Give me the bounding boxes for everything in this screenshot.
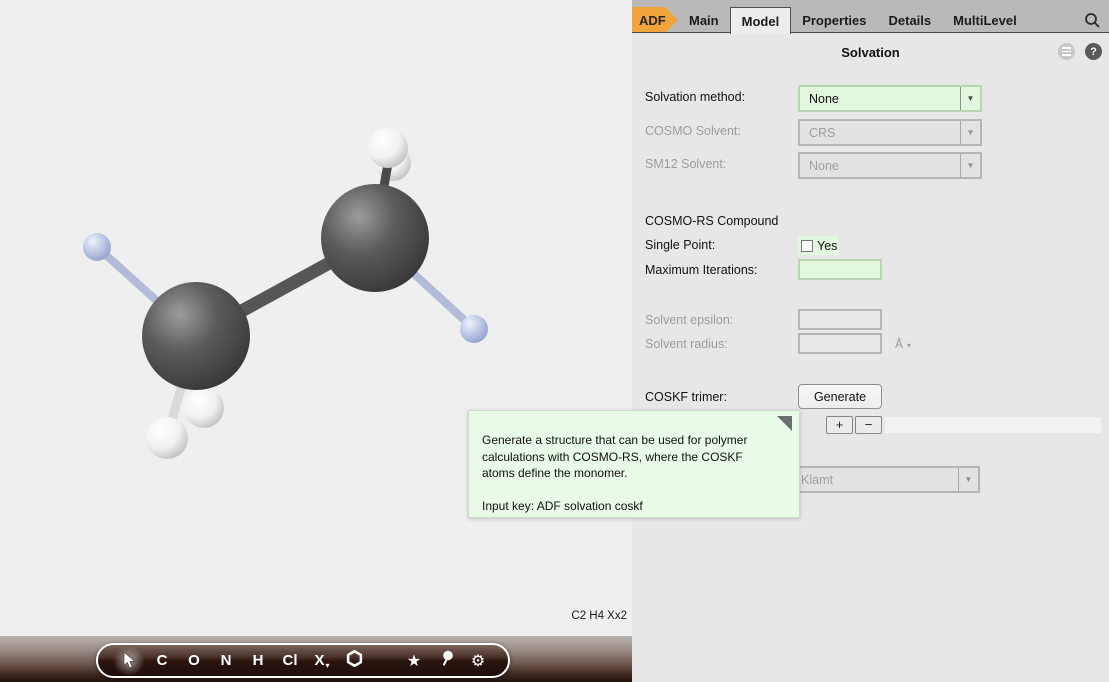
molecule-formula: C2 H4 Xx2 [571,610,627,622]
single-point-label: Single Point: [645,238,715,252]
maximum-iterations-label: Maximum Iterations: [645,263,758,277]
atom-c[interactable] [142,282,250,390]
tooltip-text-line: calculations with COSMO-RS, where the CO… [482,449,787,466]
tooltip-corner-icon [777,416,792,431]
gear-icon: ⚙ [471,653,485,670]
question-mark-icon: ? [1090,46,1097,58]
tab-adf[interactable]: ADF [632,7,678,33]
dropdown-arrow-icon: ▼ [960,121,980,144]
remove-button[interactable]: − [855,416,882,434]
dropdown-arrow-icon: ▼ [960,154,980,177]
element-x-dropdown-arrow-icon: ▾ [326,661,330,670]
settings-tool-button[interactable]: ⚙ [462,651,494,671]
solvent-radius-unit-dropdown: Å▾ [895,337,911,351]
cursor-arrow-icon [123,652,136,669]
solvation-method-label: Solvation method: [645,90,745,104]
solvent-radius-label: Solvent radius: [645,337,728,351]
sm12-solvent-value: None [800,159,960,173]
structures-tool-button[interactable]: ★ [398,651,430,671]
help-button[interactable]: ? [1085,43,1102,60]
element-x-label: X [314,652,324,669]
search-icon [1084,12,1101,29]
element-button-h[interactable]: H [242,652,274,669]
add-button[interactable]: + [826,416,853,434]
tooltip-text-line [482,482,787,499]
atom-c[interactable] [321,184,429,292]
solvent-epsilon-input [798,309,882,330]
atom-xx[interactable] [460,315,488,343]
coskf-tooltip: Generate a structure that can be used fo… [468,410,800,518]
molecule-canvas[interactable] [0,0,632,682]
search-button[interactable] [1084,12,1101,29]
solvent-radius-input [798,333,882,354]
tab-details[interactable]: Details [878,7,943,33]
hexagon-ring-icon [346,650,363,667]
element-button-c[interactable]: C [146,652,178,669]
element-button-o[interactable]: O [178,652,210,669]
cosmo-solvent-value: CRS [800,126,960,140]
tab-bar: ADF Main Model Properties Details MultiL… [632,0,1109,33]
tab-multilevel[interactable]: MultiLevel [942,7,1028,33]
cosmo-solvent-dropdown: CRS ▼ [798,119,982,146]
radii-dropdown: Klamt ▼ [790,466,980,493]
tooltip-text-line: Input key: ADF solvation coskf [482,498,787,515]
balloon-tool-button[interactable] [430,650,462,671]
dropdown-arrow-icon: ▼ [958,468,978,491]
cosmo-solvent-label: COSMO Solvent: [645,124,741,138]
element-button-n[interactable]: N [210,652,242,669]
molecule-viewer[interactable]: C2 H4 Xx2 C O N H Cl X▾ [0,0,632,682]
element-button-cl[interactable]: Cl [274,652,306,669]
coskf-trimer-label: COSKF trimer: [645,390,727,404]
atom-h[interactable] [368,128,408,168]
sm12-solvent-dropdown: None ▼ [798,152,982,179]
tooltip-text-line: Generate a structure that can be used fo… [482,432,787,449]
balloon-icon [439,650,454,667]
single-point-checkbox[interactable] [801,240,813,252]
radii-value: Klamt [792,473,958,487]
cosmo-rs-compound-section-title: COSMO-RS Compound [645,214,778,228]
panel-title: Solvation [632,45,1109,60]
unit-dropdown-arrow-icon: ▾ [907,341,911,350]
builder-toolbar: C O N H Cl X▾ ★ [96,643,510,678]
solvation-method-value: None [800,92,960,106]
ring-tool-button[interactable] [338,650,370,671]
element-button-x[interactable]: X▾ [306,652,338,669]
adf-input-window: C2 H4 Xx2 C O N H Cl X▾ [0,0,1109,682]
angstrom-unit-label: Å [895,337,903,351]
atom-xx[interactable] [83,233,111,261]
tooltip-text-line: atoms define the monomer. [482,465,787,482]
dropdown-arrow-icon: ▼ [960,87,980,110]
atom-h[interactable] [184,388,224,428]
coskf-list-strip[interactable] [885,417,1101,433]
hamburger-icon [1062,47,1071,49]
select-cursor-tool[interactable] [112,652,146,669]
tab-main[interactable]: Main [678,7,730,33]
single-point-checkbox-group: Yes [798,236,838,255]
generate-button[interactable]: Generate [798,384,882,409]
sm12-solvent-label: SM12 Solvent: [645,157,726,171]
atom-h[interactable] [146,417,188,459]
settings-panel: ADF Main Model Properties Details MultiL… [632,0,1109,682]
solvation-method-dropdown[interactable]: None ▼ [798,85,982,112]
star-icon: ★ [407,653,421,670]
solvent-epsilon-label: Solvent epsilon: [645,313,733,327]
panel-menu-button[interactable] [1058,43,1075,60]
tab-model[interactable]: Model [730,7,792,34]
single-point-checkbox-label: Yes [817,239,837,253]
tab-properties[interactable]: Properties [791,7,877,33]
maximum-iterations-input[interactable] [798,259,882,280]
